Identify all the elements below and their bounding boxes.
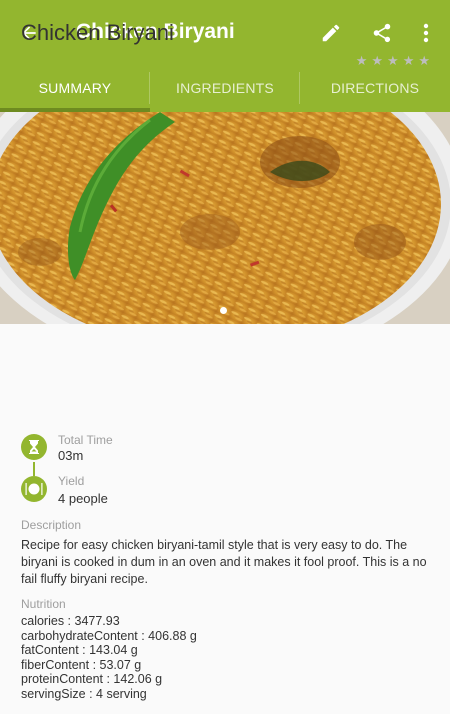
tab-directions[interactable]: DIRECTIONS bbox=[300, 64, 450, 112]
nutrition-item: carbohydrateContent : 406.88 g bbox=[21, 628, 197, 643]
tab-ingredients[interactable]: INGREDIENTS bbox=[150, 64, 300, 112]
description-text: Recipe for easy chicken biryani-tamil st… bbox=[21, 538, 427, 586]
nutrition-item: servingSize : 4 serving bbox=[21, 686, 147, 701]
yield-label: Yield bbox=[58, 474, 85, 488]
image-pager-dot bbox=[220, 307, 227, 314]
star-icon[interactable]: ★ bbox=[418, 54, 430, 67]
share-button[interactable] bbox=[367, 18, 397, 48]
nutrition-item: fiberContent : 53.07 g bbox=[21, 657, 142, 672]
nutrition-item: calories : 3477.93 bbox=[21, 614, 120, 628]
edit-button[interactable] bbox=[316, 18, 346, 48]
info-connector bbox=[33, 462, 35, 476]
pencil-icon bbox=[322, 24, 340, 42]
nutrition-label: Nutrition bbox=[21, 597, 66, 611]
tab-summary-label: SUMMARY bbox=[38, 80, 112, 96]
nutrition-item: fatContent : 143.04 g bbox=[21, 643, 138, 658]
biryani-image bbox=[0, 112, 450, 324]
more-vert-icon bbox=[423, 23, 429, 43]
description-label: Description bbox=[21, 518, 82, 532]
recipe-photo[interactable] bbox=[0, 112, 450, 324]
tab-ingredients-label: INGREDIENTS bbox=[176, 80, 274, 96]
nutrition-list: calories : 3477.93 carbohydrateContent :… bbox=[21, 614, 431, 702]
star-icon[interactable]: ★ bbox=[403, 54, 415, 67]
nutrition-item: proteinContent : 142.06 g bbox=[21, 672, 163, 687]
tab-summary[interactable]: SUMMARY bbox=[0, 64, 150, 112]
tab-directions-label: DIRECTIONS bbox=[330, 80, 420, 96]
star-icon[interactable]: ★ bbox=[356, 54, 368, 67]
rating-bar[interactable]: ★ ★ ★ ★ ★ bbox=[356, 54, 430, 67]
hourglass-icon bbox=[21, 434, 47, 460]
share-icon bbox=[373, 23, 391, 43]
total-time-value: 03m bbox=[58, 448, 84, 463]
star-icon[interactable]: ★ bbox=[387, 54, 399, 67]
star-icon[interactable]: ★ bbox=[371, 54, 383, 67]
tab-bar: SUMMARY INGREDIENTS DIRECTIONS bbox=[0, 64, 450, 112]
more-options-button[interactable] bbox=[413, 18, 439, 48]
recipe-title: Chicken Biryani bbox=[21, 20, 174, 45]
plate-icon bbox=[21, 476, 47, 502]
total-time-label: Total Time bbox=[58, 433, 113, 447]
yield-value: 4 people bbox=[58, 491, 108, 506]
